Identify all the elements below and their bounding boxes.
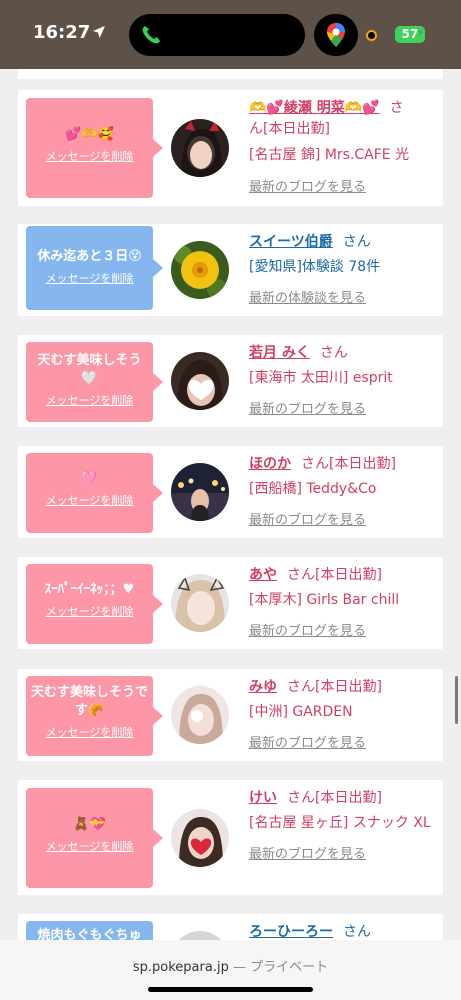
- google-maps-icon[interactable]: [323, 22, 349, 48]
- shop-name: [名古屋 星ヶ丘] スナック XL: [249, 815, 431, 831]
- scrollbar[interactable]: [455, 676, 458, 724]
- message-bubble: 休み迄あと３日😵 メッセージを削除: [26, 226, 163, 310]
- honorific: さん: [319, 345, 348, 361]
- message-text: ｽｰﾊﾟｰｲｰﾈｯ；；♥: [44, 582, 135, 597]
- shop-name: [名古屋 錦] Mrs.CAFE 光: [249, 147, 410, 163]
- latest-blog-link[interactable]: 最新のブログを見る: [249, 398, 434, 417]
- member-name-link[interactable]: ろーひーろー: [249, 924, 333, 940]
- latest-review-link[interactable]: 最新の体験談を見る: [249, 287, 434, 306]
- honorific: さん: [342, 234, 371, 250]
- delete-message-link[interactable]: メッセージを削除: [46, 724, 134, 740]
- shop-name: [東海市 太田川] esprit: [249, 370, 393, 386]
- work-status: ん[本日出勤]: [249, 121, 330, 137]
- honorific: さん: [287, 790, 315, 806]
- member-name-link[interactable]: ほのか: [249, 456, 291, 472]
- list-item[interactable]: 🧸💝 メッセージを削除 けい さん[本日出勤] [名古屋 星ヶ丘] スナック XL…: [18, 780, 443, 895]
- list-item[interactable]: 🩷 メッセージを削除 ほのか さん[本日出勤] [西船橋] Teddy&Co 最新…: [18, 446, 443, 538]
- list-item[interactable]: 💕🫶🥰 メッセージを削除 🫶💕綾瀬 明菜🫶💕 さ ん[本日出勤] [名古屋 錦] …: [18, 90, 443, 206]
- message-text: 休み迄あと３日😵: [37, 249, 142, 264]
- honorific: さん: [287, 567, 315, 583]
- avatar[interactable]: [171, 809, 229, 867]
- message-bubble: 天むす美味しそうです🥐 メッセージを削除: [26, 676, 163, 756]
- member-name-link[interactable]: スイーツ伯爵: [249, 234, 333, 250]
- avatar[interactable]: [171, 463, 229, 521]
- url-text[interactable]: sp.pokepara.jp: [133, 960, 229, 975]
- work-status: [本日出勤]: [315, 790, 382, 806]
- list-item[interactable]: 休み迄あと３日😵 メッセージを削除 スイーツ伯爵 さん [愛知県]体験談 78件 …: [18, 224, 443, 316]
- clock: 16:27: [33, 22, 91, 43]
- honorific: さん: [301, 456, 329, 472]
- message-text: 🩷: [81, 471, 98, 486]
- latest-blog-link[interactable]: 最新のブログを見る: [249, 732, 434, 751]
- list-item: [18, 69, 443, 79]
- shop-name: [愛知県]体験談 78件: [249, 259, 381, 275]
- delete-message-link[interactable]: メッセージを削除: [46, 492, 134, 508]
- list-item[interactable]: 天むす美味しそうです🥐 メッセージを削除 みゆ さん[本日出勤] [中洲] GAR…: [18, 669, 443, 761]
- message-text: 天むす美味しそうです🥐: [30, 685, 148, 718]
- avatar[interactable]: [171, 352, 229, 410]
- latest-blog-link[interactable]: 最新のブログを見る: [249, 176, 434, 195]
- list-item[interactable]: ｽｰﾊﾟｰｲｰﾈｯ；；♥ メッセージを削除 あや さん[本日出勤] [本厚木] G…: [18, 557, 443, 649]
- charging-bolt-icon: ⚡: [417, 28, 425, 39]
- phone-call-icon[interactable]: [140, 24, 162, 46]
- avatar[interactable]: [171, 241, 229, 299]
- delete-message-link[interactable]: メッセージを削除: [46, 838, 134, 854]
- privacy-label: — プライベート: [232, 960, 329, 975]
- work-status: [本日出勤]: [315, 567, 382, 583]
- latest-blog-link[interactable]: 最新のブログを見る: [249, 509, 434, 528]
- message-text: 🧸💝: [73, 817, 106, 832]
- honorific: さん: [287, 679, 315, 695]
- message-bubble: 🩷 メッセージを削除: [26, 453, 163, 533]
- avatar[interactable]: [171, 119, 229, 177]
- shop-name: [本厚木] Girls Bar chill: [249, 592, 400, 608]
- work-status: [本日出勤]: [329, 456, 396, 472]
- home-indicator[interactable]: [148, 987, 313, 992]
- message-text: 天むす美味しそう🤍: [37, 353, 142, 386]
- message-bubble: ｽｰﾊﾟｰｲｰﾈｯ；；♥ メッセージを削除: [26, 564, 163, 644]
- delete-message-link[interactable]: メッセージを削除: [46, 392, 134, 408]
- member-name-link[interactable]: あや: [249, 567, 277, 583]
- list-item[interactable]: 天むす美味しそう🤍 メッセージを削除 若月 みく さん [東海市 太田川] esp…: [18, 335, 443, 427]
- shop-name: [中洲] GARDEN: [249, 704, 353, 720]
- delete-message-link[interactable]: メッセージを削除: [46, 603, 134, 619]
- member-name-link[interactable]: 🫶💕綾瀬 明菜🫶💕: [249, 100, 380, 116]
- recording-indicator-icon: [366, 30, 377, 41]
- latest-blog-link[interactable]: 最新のブログを見る: [249, 843, 434, 862]
- work-status: [本日出勤]: [315, 679, 382, 695]
- delete-message-link[interactable]: メッセージを削除: [46, 270, 134, 286]
- member-name-link[interactable]: みゆ: [249, 679, 277, 695]
- latest-blog-link[interactable]: 最新のブログを見る: [249, 620, 434, 639]
- message-bubble: 🧸💝 メッセージを削除: [26, 788, 163, 888]
- honorific: さ: [389, 100, 404, 116]
- avatar[interactable]: [171, 686, 229, 744]
- shop-name: [西船橋] Teddy&Co: [249, 481, 377, 497]
- location-arrow-icon: [93, 26, 105, 38]
- delete-message-link[interactable]: メッセージを削除: [46, 148, 134, 164]
- avatar[interactable]: [171, 574, 229, 632]
- honorific: さん: [343, 924, 371, 940]
- message-text: 💕🫶🥰: [65, 127, 114, 142]
- member-name-link[interactable]: 若月 みく: [249, 345, 310, 361]
- member-name-link[interactable]: けい: [249, 790, 277, 806]
- message-bubble: 💕🫶🥰 メッセージを削除: [26, 98, 163, 198]
- message-bubble: 天むす美味しそう🤍 メッセージを削除: [26, 342, 163, 422]
